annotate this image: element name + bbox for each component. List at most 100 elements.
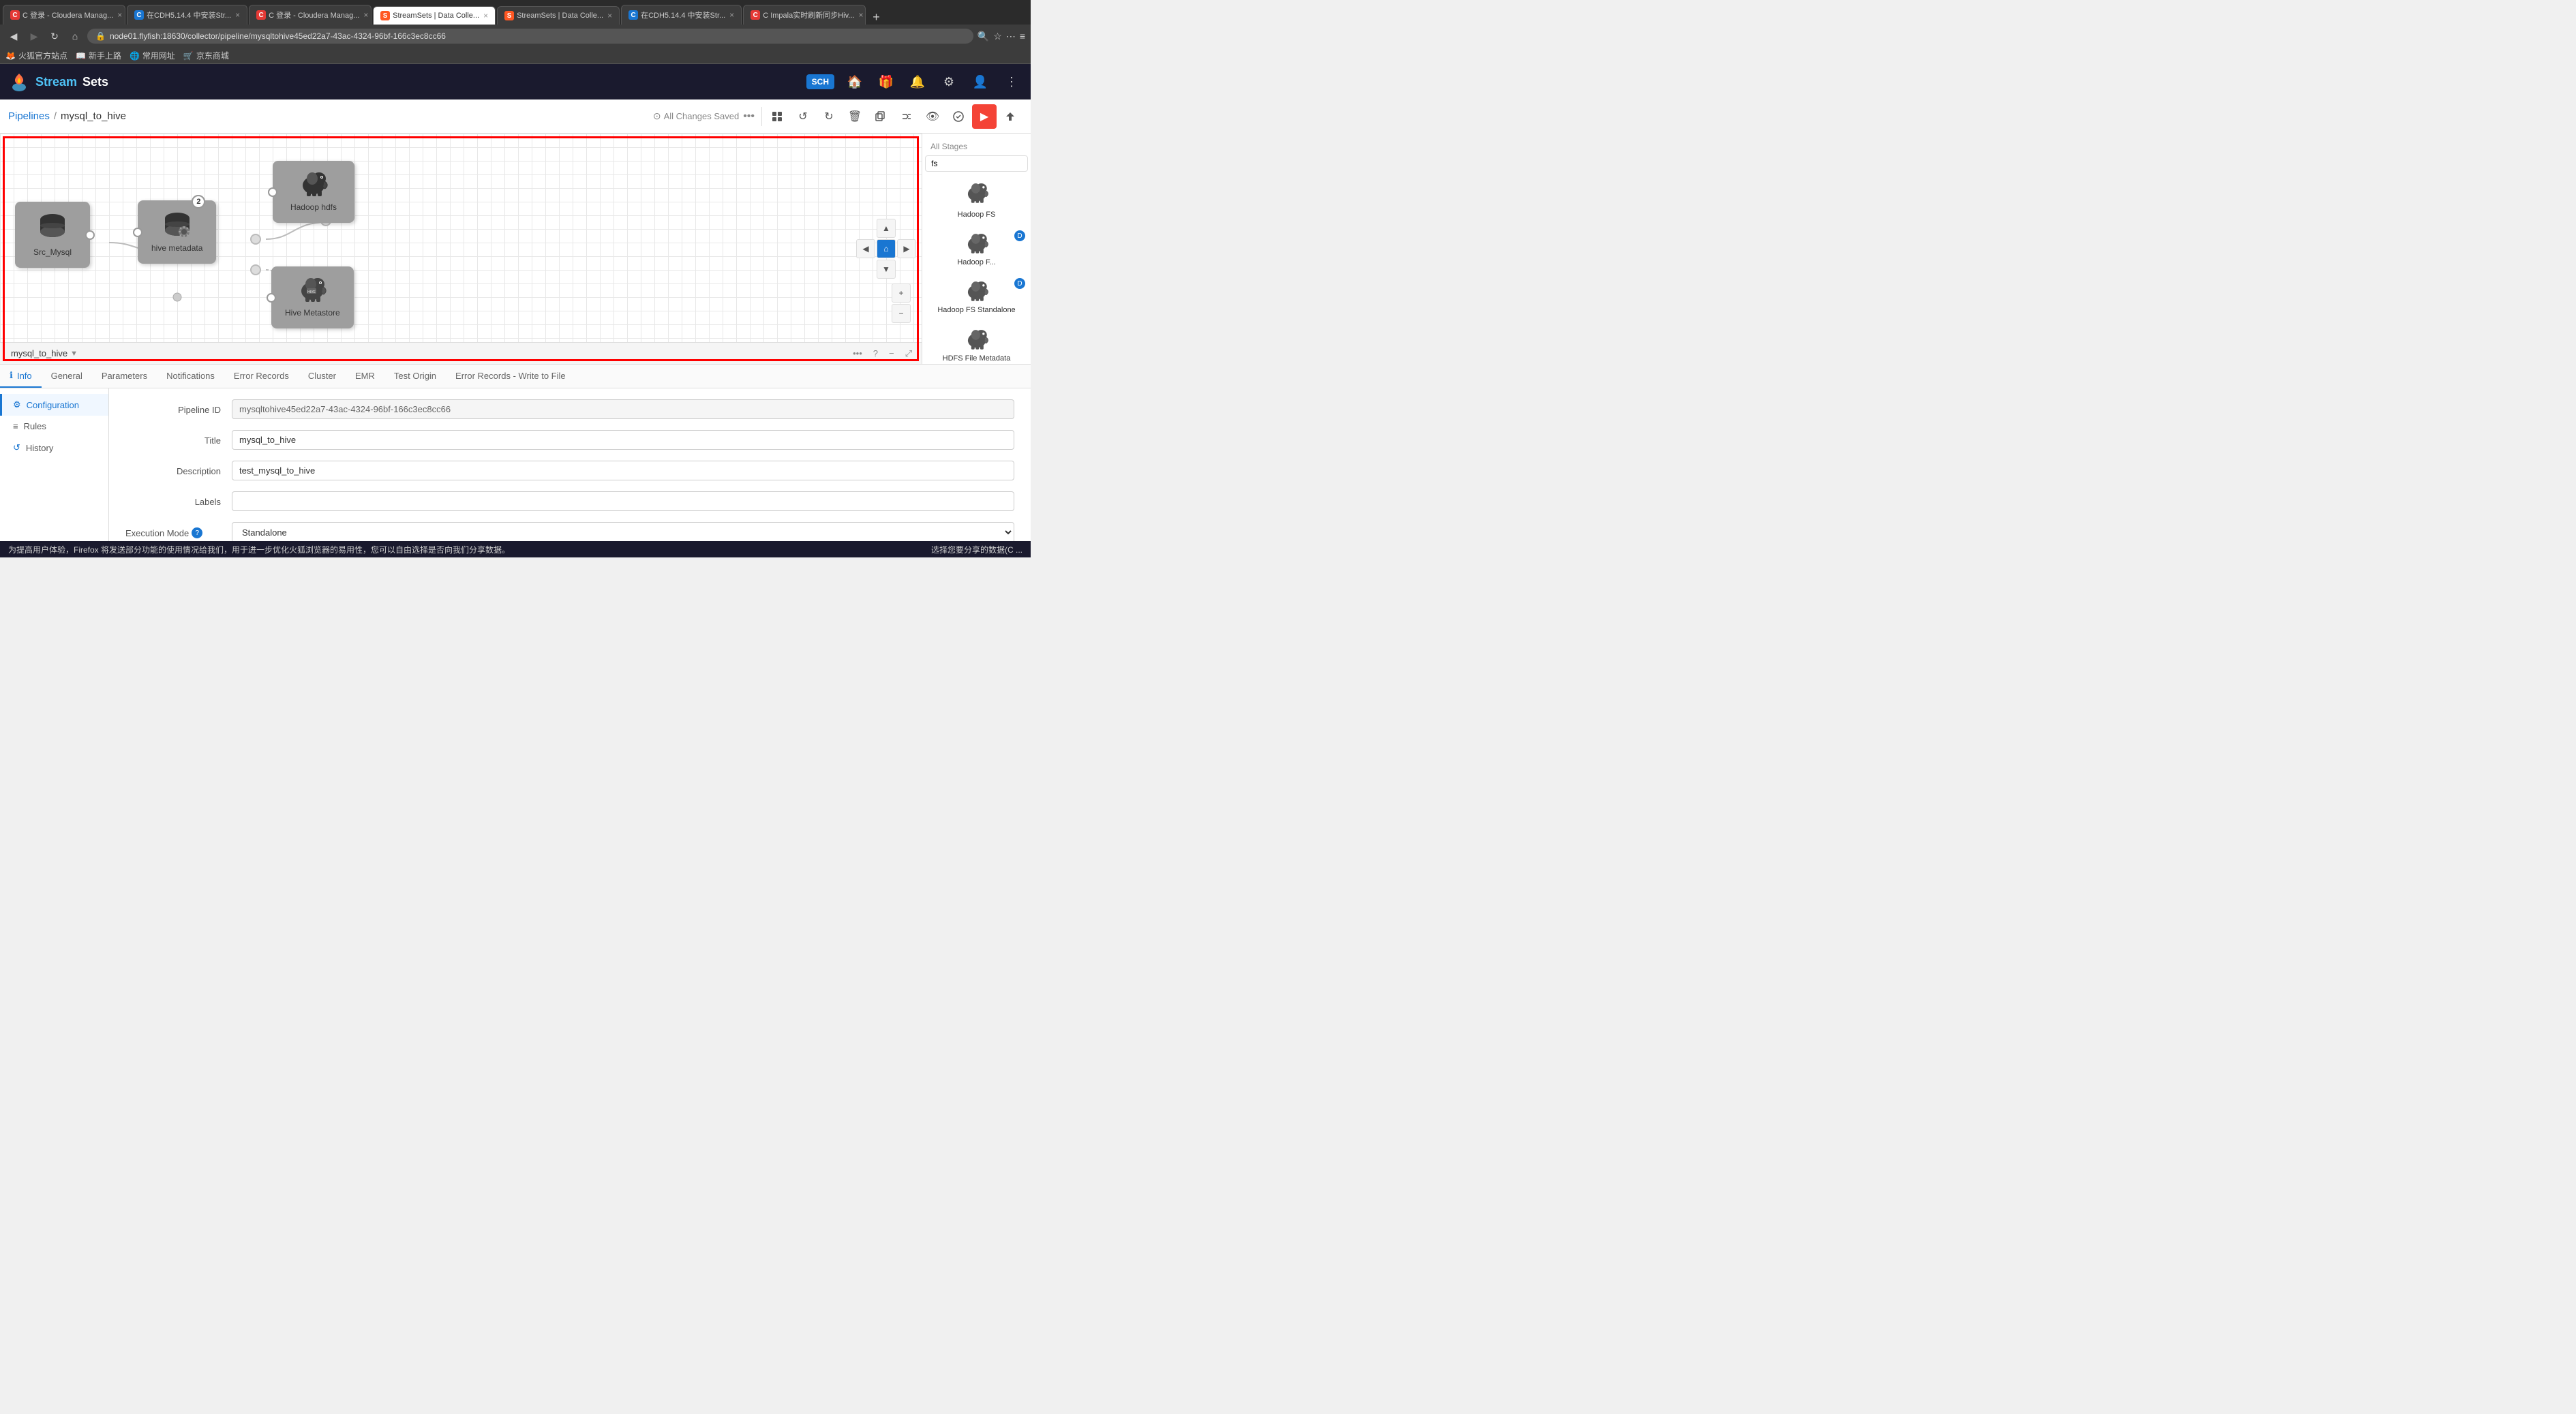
stage-item-hdfs-file-metadata[interactable]: HDFS File Metadata [925, 324, 1028, 364]
tab-test-origin[interactable]: Test Origin [384, 365, 446, 388]
tab-cluster-label: Cluster [308, 371, 336, 381]
description-input[interactable] [232, 461, 1014, 480]
canvas-up-button[interactable]: ▲ [877, 219, 896, 238]
logo-sets-text: Sets [82, 75, 108, 89]
tab-error-records[interactable]: Error Records [224, 365, 299, 388]
node-hive-metadata[interactable]: hive metadata 1 2 [138, 200, 216, 264]
canvas-home-button[interactable]: ⌂ [877, 239, 896, 258]
pipeline-bottom-dropdown-arrow[interactable]: ▼ [70, 350, 78, 358]
bookmark-3[interactable]: 🌐 常用网址 [130, 50, 175, 61]
new-tab-button[interactable]: + [867, 10, 885, 25]
hive-metadata-input [133, 228, 142, 237]
zoom-out-button[interactable]: − [892, 304, 911, 323]
address-bar[interactable]: 🔒 node01.flyfish:18630/collector/pipelin… [87, 29, 973, 44]
node-hive-metastore[interactable]: HIVE Hive Metastore [271, 266, 354, 328]
user-nav-button[interactable]: 👤 [969, 71, 991, 93]
pipeline-id-input[interactable] [232, 399, 1014, 419]
tab-notifications[interactable]: Notifications [157, 365, 224, 388]
play-button[interactable]: ▶ [972, 104, 997, 129]
tab-info[interactable]: ℹ Info [0, 365, 42, 388]
back-button[interactable]: ◀ [5, 28, 22, 44]
zoom-controls: + − [892, 283, 911, 323]
bell-nav-button[interactable]: 🔔 [907, 71, 928, 93]
nav-configuration[interactable]: ⚙ Configuration [0, 394, 108, 416]
bookmark-1[interactable]: 🦊 火狐官方站点 [5, 50, 67, 61]
canvas-down-button[interactable]: ▼ [877, 260, 896, 279]
tab-general[interactable]: General [42, 365, 92, 388]
sch-badge[interactable]: SCH [806, 74, 834, 89]
toolbar-more-button[interactable]: ••• [743, 110, 755, 123]
info-icon: ℹ [10, 370, 13, 381]
tab-7-close[interactable]: × [858, 10, 863, 20]
reload-button[interactable]: ↻ [46, 28, 63, 44]
preview-button[interactable]: 👁 [920, 104, 945, 129]
shuffle-button[interactable] [894, 104, 919, 129]
tab-7[interactable]: C C Impala实时刷新同步Hiv... × [743, 5, 866, 25]
execution-mode-select[interactable]: Standalone [232, 522, 1014, 541]
tab-1[interactable]: C C 登录 - Cloudera Manag... × [3, 5, 125, 25]
canvas-bottom-expand-button[interactable]: ⤢ [901, 347, 916, 360]
bookmark-2[interactable]: 📖 新手上路 [76, 50, 121, 61]
tab-error-records-write[interactable]: Error Records - Write to File [446, 365, 575, 388]
tab-cluster[interactable]: Cluster [299, 365, 346, 388]
stage-item-hadoop-fs-standalone[interactable]: Hadoop FS Standalone D [925, 275, 1028, 320]
title-input[interactable] [232, 430, 1014, 450]
extensions-button[interactable]: ⋯ [1006, 31, 1016, 42]
search-button[interactable]: 🔍 [978, 31, 989, 42]
bookmark-4[interactable]: 🛒 京东商城 [183, 50, 229, 61]
rules-icon: ≡ [13, 421, 18, 431]
pipeline-canvas[interactable]: Src_Mysql [0, 134, 922, 364]
canvas-left-button[interactable]: ◀ [856, 239, 875, 258]
more-nav-button[interactable]: ⋮ [1001, 71, 1022, 93]
nav-history[interactable]: ↺ History [0, 437, 108, 459]
tab-general-label: General [51, 371, 82, 381]
forward-button[interactable]: ▶ [26, 28, 42, 44]
hadoop-fs-standalone-icon [965, 281, 989, 303]
tab-6-close[interactable]: × [729, 10, 734, 20]
tab-5-close[interactable]: × [607, 11, 612, 20]
tab-6[interactable]: C 在CDH5.14.4 中安装Str... × [621, 5, 742, 25]
canvas-bottom-more-button[interactable]: ••• [849, 347, 866, 360]
tab-3[interactable]: C C 登录 - Cloudera Manag... × [249, 5, 372, 25]
node-hadoop-hdfs[interactable]: Hadoop hdfs [273, 161, 354, 223]
home-button[interactable]: ⌂ [67, 28, 83, 44]
address-text: node01.flyfish:18630/collector/pipeline/… [110, 31, 446, 41]
labels-input[interactable] [232, 491, 1014, 511]
stages-search-input[interactable] [925, 155, 1028, 172]
stage-item-hadoop-fs[interactable]: Hadoop FS [925, 177, 1028, 225]
tab-2-close[interactable]: × [235, 10, 240, 20]
zoom-in-button[interactable]: + [892, 283, 911, 303]
node-src-mysql[interactable]: Src_Mysql [15, 202, 90, 268]
duplicate-button[interactable] [868, 104, 893, 129]
settings-nav-button[interactable]: ⚙ [938, 71, 960, 93]
stage-item-hadoop-f2[interactable]: Hadoop F... D [925, 228, 1028, 273]
tab-emr[interactable]: EMR [346, 365, 384, 388]
tab-parameters[interactable]: Parameters [92, 365, 157, 388]
breadcrumb-pipelines[interactable]: Pipelines [8, 110, 50, 122]
tab-3-close[interactable]: × [363, 10, 368, 20]
bookmark-star-button[interactable]: ☆ [993, 31, 1002, 42]
execution-mode-help-icon[interactable]: ? [192, 527, 202, 538]
tab-2[interactable]: C 在CDH5.14.4 中安装Str... × [127, 5, 247, 25]
undo-button[interactable]: ↺ [791, 104, 815, 129]
canvas-bottom-help-button[interactable]: ? [869, 347, 882, 360]
gift-nav-button[interactable]: 🎁 [875, 71, 897, 93]
grid-view-button[interactable] [765, 104, 789, 129]
home-nav-button[interactable]: 🏠 [844, 71, 866, 93]
tab-1-close[interactable]: × [117, 10, 122, 20]
tab-5[interactable]: S StreamSets | Data Colle... × [497, 6, 620, 25]
hive-metadata-label: hive metadata [151, 243, 202, 253]
tab-4[interactable]: S StreamSets | Data Colle... × [373, 6, 496, 25]
share-button[interactable] [998, 104, 1022, 129]
canvas-bottom-minimize-button[interactable]: − [885, 347, 898, 360]
delete-button[interactable]: 🗑 [843, 104, 867, 129]
redo-button[interactable]: ↻ [817, 104, 841, 129]
nav-rules[interactable]: ≡ Rules [0, 416, 108, 437]
canvas-right-button[interactable]: ▶ [897, 239, 916, 258]
validate-button[interactable] [946, 104, 971, 129]
hamburger-menu-button[interactable]: ≡ [1020, 31, 1025, 42]
tab-6-label: 在CDH5.14.4 中安装Str... [641, 10, 725, 20]
hive-metastore-input [267, 293, 276, 303]
tab-4-close[interactable]: × [483, 11, 488, 20]
hive-metadata-badge-2: 2 [192, 195, 205, 209]
